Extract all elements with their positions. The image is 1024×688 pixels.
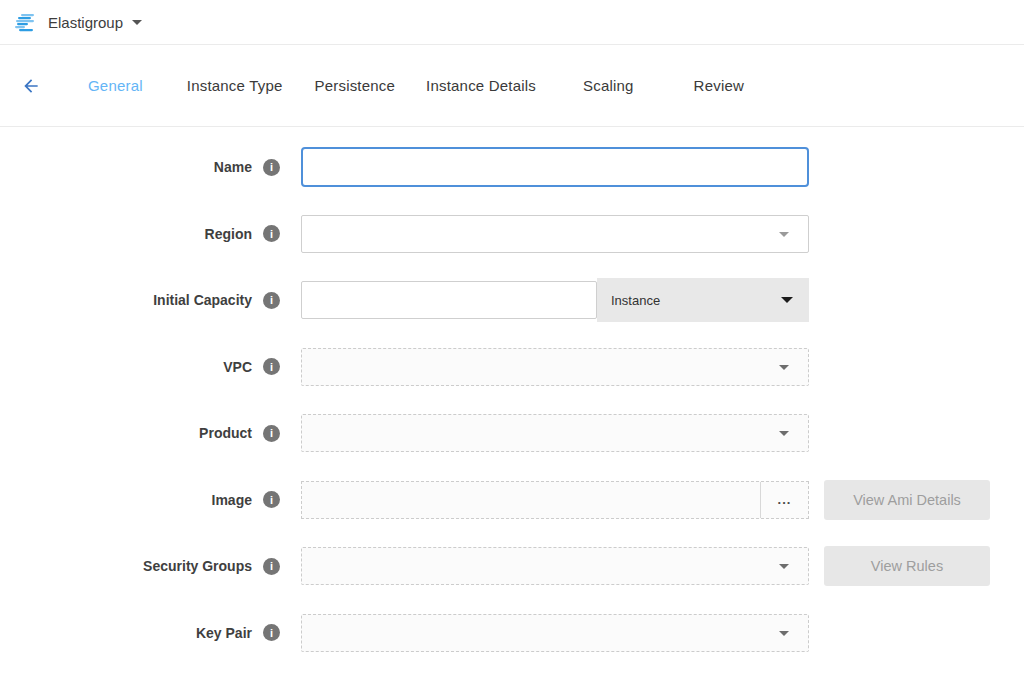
form-row-image: Image i ... View Ami Details	[0, 480, 1024, 520]
product-info-icon[interactable]: i	[263, 425, 280, 442]
tab-instance-type[interactable]: Instance Type	[187, 77, 283, 94]
key-pair-info-icon[interactable]: i	[263, 624, 280, 641]
product-select[interactable]	[301, 414, 809, 452]
key-pair-select[interactable]	[301, 614, 809, 652]
app-title-dropdown-caret-icon[interactable]	[132, 20, 142, 25]
key-pair-caret-icon	[779, 631, 789, 636]
product-caret-icon	[779, 431, 789, 436]
capacity-unit-value: Instance	[611, 293, 660, 308]
region-label: Region	[0, 226, 252, 242]
app-title[interactable]: Elastigroup	[48, 14, 123, 31]
tab-general[interactable]: General	[88, 77, 143, 94]
image-value[interactable]	[302, 482, 760, 518]
view-rules-button[interactable]: View Rules	[824, 546, 990, 586]
tab-persistence[interactable]: Persistence	[315, 77, 396, 94]
app-header: Elastigroup	[0, 0, 1024, 45]
region-info-icon[interactable]: i	[263, 225, 280, 242]
initial-capacity-input[interactable]	[301, 281, 597, 319]
capacity-unit-caret-icon	[781, 297, 793, 303]
vpc-select[interactable]	[301, 348, 809, 386]
form-row-vpc: VPC i	[0, 347, 1024, 387]
tab-review[interactable]: Review	[694, 77, 744, 94]
wizard-tabs-bar: General Instance Type Persistence Instan…	[0, 45, 1024, 127]
view-ami-details-button[interactable]: View Ami Details	[824, 480, 990, 520]
tab-scaling[interactable]: Scaling	[583, 77, 634, 94]
vpc-label: VPC	[0, 359, 252, 375]
form-row-initial-capacity: Initial Capacity i Instance	[0, 280, 1024, 320]
image-picker: ...	[301, 481, 809, 519]
initial-capacity-info-icon[interactable]: i	[263, 292, 280, 309]
name-info-icon[interactable]: i	[263, 159, 280, 176]
name-label: Name	[0, 159, 252, 175]
security-groups-caret-icon	[779, 564, 789, 569]
region-select[interactable]	[301, 215, 809, 253]
product-label: Product	[0, 425, 252, 441]
security-groups-select[interactable]	[301, 547, 809, 585]
form-row-name: Name i	[0, 147, 1024, 187]
vpc-caret-icon	[779, 365, 789, 370]
form-row-product: Product i	[0, 413, 1024, 453]
elastigroup-logo-icon	[14, 11, 36, 33]
form-row-region: Region i	[0, 214, 1024, 254]
image-info-icon[interactable]: i	[263, 491, 280, 508]
general-settings-form: Name i Region i Initial Capacity i Insta…	[0, 127, 1024, 653]
wizard-tabs: General Instance Type Persistence Instan…	[88, 77, 744, 94]
form-row-security-groups: Security Groups i View Rules	[0, 546, 1024, 586]
region-caret-icon	[779, 232, 789, 237]
back-arrow-button[interactable]	[20, 75, 42, 97]
security-groups-label: Security Groups	[0, 558, 252, 574]
tab-instance-details[interactable]: Instance Details	[426, 77, 536, 94]
initial-capacity-label: Initial Capacity	[0, 292, 252, 308]
form-row-key-pair: Key Pair i	[0, 613, 1024, 653]
image-browse-button[interactable]: ...	[760, 482, 808, 518]
key-pair-label: Key Pair	[0, 625, 252, 641]
image-label: Image	[0, 492, 252, 508]
capacity-unit-select[interactable]: Instance	[597, 278, 809, 322]
vpc-info-icon[interactable]: i	[263, 358, 280, 375]
name-input[interactable]	[301, 147, 809, 187]
security-groups-info-icon[interactable]: i	[263, 558, 280, 575]
